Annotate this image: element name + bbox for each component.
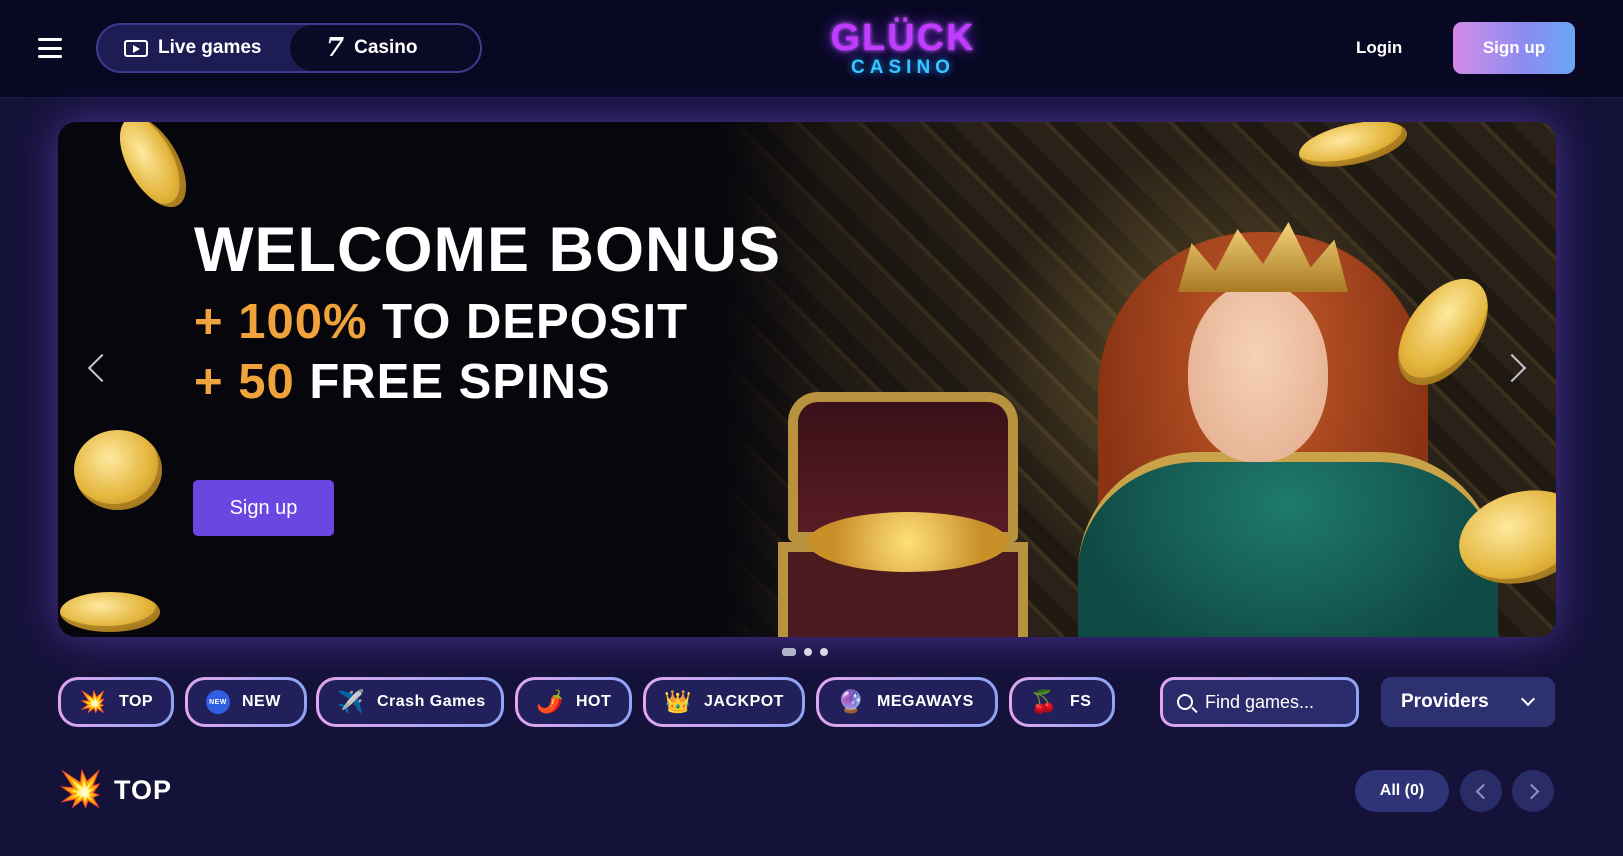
slider-dot[interactable]	[820, 648, 828, 656]
tab-casino[interactable]: 7 Casino	[290, 25, 480, 71]
hero-title: WELCOME BONUS	[194, 215, 781, 285]
hero-deposit-line: + 100% TO DEPOSIT	[194, 295, 689, 349]
crown-icon: 👑	[664, 689, 692, 714]
treasure-chest	[778, 392, 1028, 637]
hero-banner: WELCOME BONUS + 100% TO DEPOSIT + 50 FRE…	[58, 122, 1556, 637]
logo-subtitle: CASINO	[851, 57, 955, 78]
new-badge-icon: NEW	[206, 690, 230, 714]
explosion-icon: 💥	[79, 689, 107, 714]
section-title: TOP	[114, 775, 173, 805]
chevron-down-icon	[1520, 691, 1536, 707]
logo[interactable]: GLÜCK CASINO	[810, 18, 996, 80]
chip-hot[interactable]: 🌶️ HOT	[515, 677, 632, 727]
chip-label: JACKPOT	[704, 693, 784, 710]
search-icon	[1177, 694, 1193, 710]
search-box	[1160, 677, 1359, 727]
chip-label: TOP	[119, 693, 154, 710]
gold-coin	[74, 430, 162, 510]
gold-coin	[60, 592, 160, 632]
chili-pepper-icon: 🌶️	[536, 689, 564, 714]
play-screen-icon	[124, 39, 148, 57]
chip-new[interactable]: NEW NEW	[185, 677, 307, 727]
seven-icon: 7	[326, 33, 345, 63]
queen-dress	[1078, 452, 1498, 637]
signup-button[interactable]: Sign up	[1453, 22, 1575, 74]
providers-dropdown[interactable]: Providers	[1381, 677, 1555, 727]
chip-jackpot[interactable]: 👑 JACKPOT	[643, 677, 805, 727]
slider-dot[interactable]	[804, 648, 812, 656]
chip-crash-games[interactable]: ✈️ Crash Games	[316, 677, 504, 727]
providers-label: Providers	[1401, 691, 1489, 712]
chip-fs[interactable]: 🍒 FS	[1009, 677, 1115, 727]
tab-live-games[interactable]: Live games	[98, 25, 290, 71]
chip-label: MEGAWAYS	[877, 693, 974, 710]
login-link[interactable]: Login	[1356, 38, 1402, 58]
slider-dot[interactable]	[782, 648, 796, 656]
logo-wordmark: GLÜCK	[830, 17, 976, 59]
mode-switch: Live games 7 Casino	[96, 23, 482, 73]
menu-icon[interactable]	[38, 38, 62, 58]
chip-label: NEW	[242, 693, 281, 710]
section-next-button[interactable]	[1512, 770, 1554, 812]
view-all-button[interactable]: All (0)	[1355, 770, 1449, 812]
explosion-icon: 💥	[58, 768, 103, 809]
hero-signup-button[interactable]: Sign up	[193, 480, 334, 536]
chip-label: FS	[1070, 693, 1092, 710]
crystal-ball-icon: 🔮	[837, 689, 865, 714]
airplane-icon: ✈️	[337, 689, 365, 714]
chip-megaways[interactable]: 🔮 MEGAWAYS	[816, 677, 998, 727]
hero-prev-arrow[interactable]	[86, 350, 106, 386]
queen-face	[1188, 282, 1328, 462]
hero-spins-line: + 50 FREE SPINS	[194, 355, 611, 409]
tab-casino-label: Casino	[354, 37, 418, 58]
cherries-icon: 🍒	[1030, 689, 1058, 714]
search-input[interactable]	[1205, 691, 1345, 713]
hero-next-arrow[interactable]	[1508, 350, 1528, 386]
gold-coin	[106, 122, 200, 218]
tab-live-games-label: Live games	[158, 37, 262, 58]
chip-top[interactable]: 💥 TOP	[58, 677, 174, 727]
section-prev-button[interactable]	[1460, 770, 1502, 812]
top-header: Live games 7 Casino GLÜCK CASINO Login S…	[0, 0, 1623, 98]
slider-pagination	[782, 648, 828, 656]
chip-label: HOT	[576, 693, 612, 710]
chip-label: Crash Games	[377, 693, 486, 710]
